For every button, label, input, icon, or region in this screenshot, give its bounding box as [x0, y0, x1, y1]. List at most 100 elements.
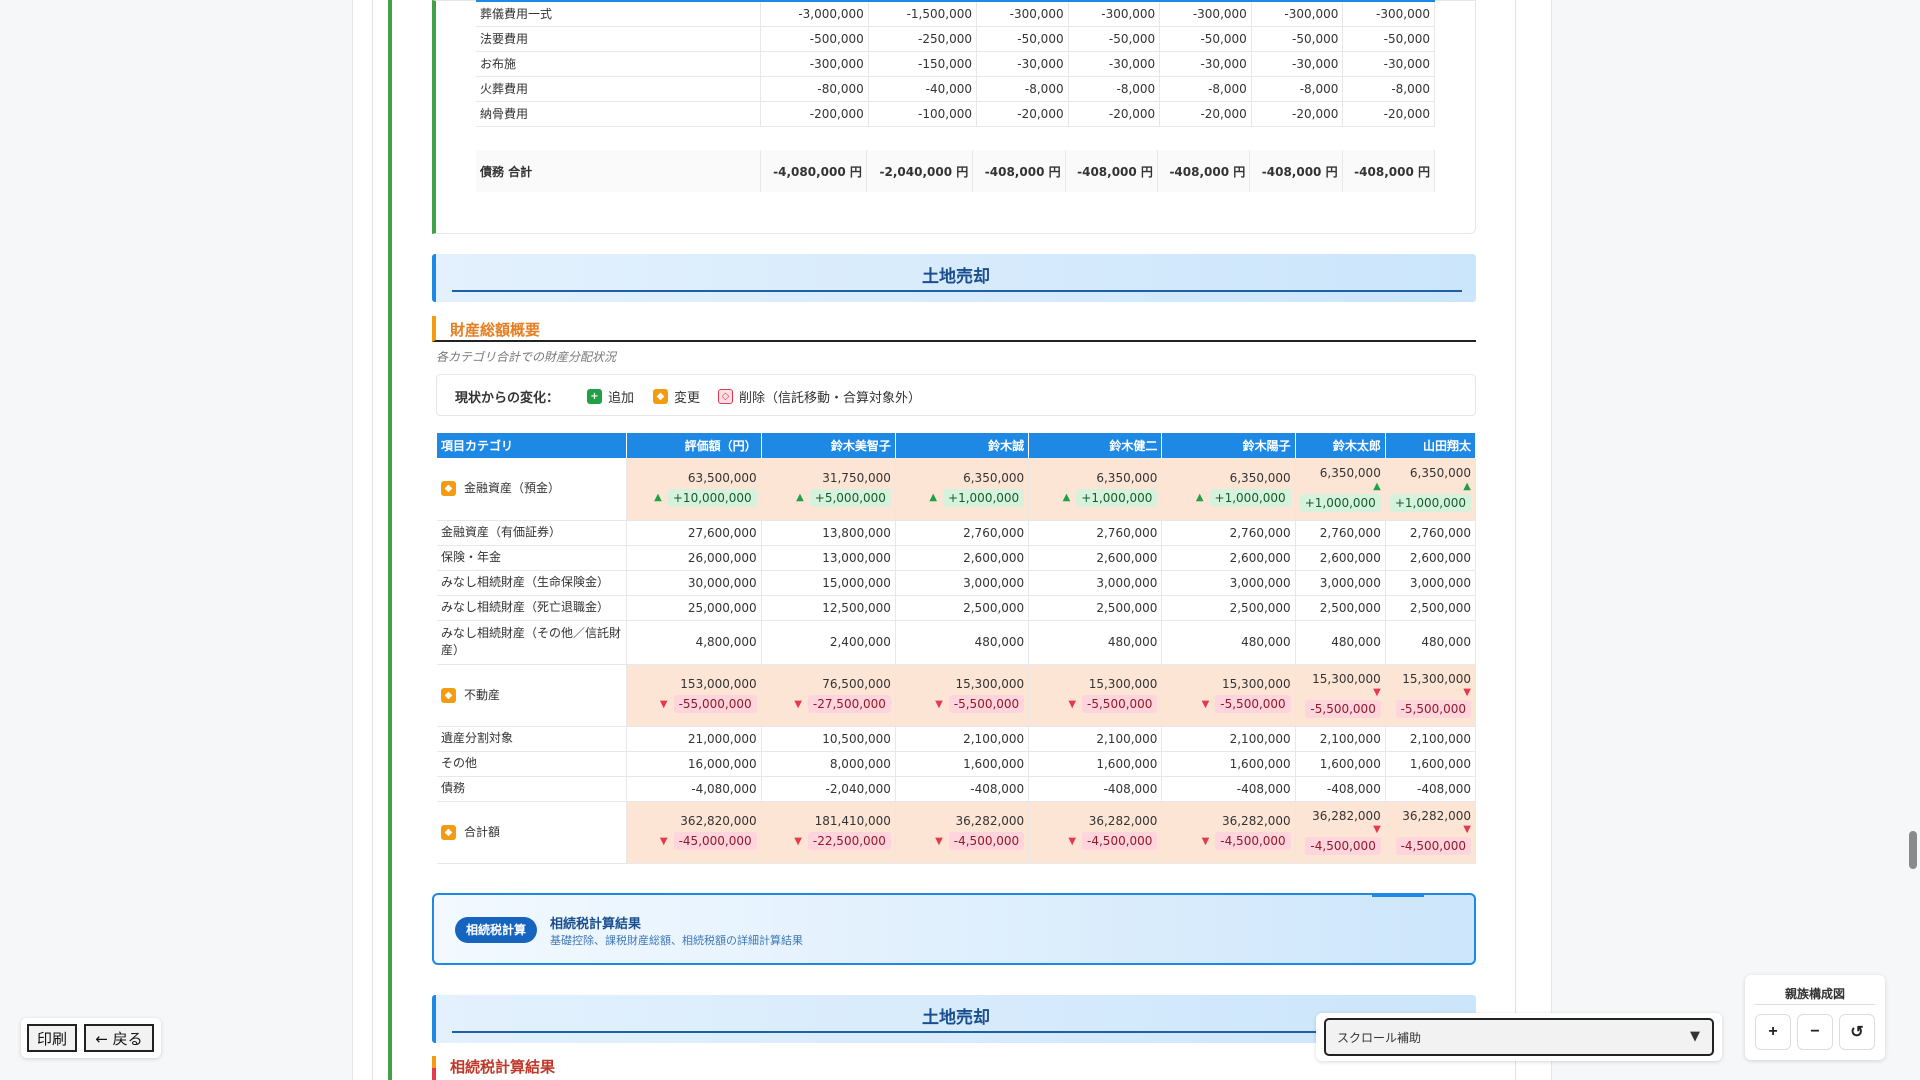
debt-label: お布施: [476, 51, 761, 77]
summary-value-cell: 63,500,000 ▲ +10,000,000: [626, 458, 762, 521]
tax-calc-card[interactable]: 相続税計算 相続税計算結果 基礎控除、課税財産総額、相続税額の詳細計算結果: [432, 893, 1476, 965]
scrollbar[interactable]: [1906, 0, 1920, 1080]
summary-header-cell: 鈴木健二: [1028, 433, 1163, 458]
debt-value: -50,000: [1159, 26, 1252, 52]
summary-value-cell: 13,800,000: [761, 520, 896, 546]
summary-value-cell: 2,600,000: [1028, 545, 1163, 571]
summary-value-cell: 480,000: [1028, 620, 1163, 665]
summary-value-cell: 2,760,000: [895, 520, 1030, 546]
summary-row: みなし相続財産（生命保険金） 30,000,000 15,000,000 3,000,…: [437, 570, 1477, 596]
zoom-in-button[interactable]: +: [1755, 1014, 1791, 1050]
summary-value-cell: 15,300,000 ▼ -5,500,000: [1161, 664, 1296, 727]
summary-value-cell: 1,600,000: [1161, 751, 1296, 777]
summary-value-cell: -4,080,000: [626, 776, 762, 802]
delta-badge: -45,000,000: [673, 832, 757, 850]
print-button[interactable]: 印刷: [27, 1024, 77, 1052]
debt-value: -50,000: [1251, 26, 1344, 52]
summary-value-cell: 2,500,000: [1295, 595, 1386, 621]
summary-value: 36,282,000: [1088, 814, 1158, 828]
plus-square-icon: +: [587, 389, 602, 404]
summary-value-cell: 2,760,000: [1161, 520, 1296, 546]
arrow-down-icon: ▼: [794, 698, 802, 710]
summary-row: ◆ 合計額 362,820,000 ▼ -45,000,000 181,410,000 ▼ -…: [437, 801, 1477, 864]
debt-row: 葬儀費用一式 -3,000,000 -1,500,000 -300,000 -300,0…: [476, 0, 1435, 27]
summary-category-label: 合計額: [464, 824, 501, 839]
summary-value-cell: 31,750,000 ▲ +5,000,000: [761, 458, 896, 521]
debt-value: -8,000: [976, 76, 1069, 102]
delta-badge: -27,500,000: [807, 695, 891, 713]
section-underline-2: [452, 1031, 1462, 1033]
delta-badge: -5,500,000: [1082, 695, 1158, 713]
summary-value-cell: 3,000,000: [1295, 570, 1386, 596]
debt-value: -50,000: [1068, 26, 1161, 52]
debt-table: 葬儀費用一式 -3,000,000 -1,500,000 -300,000 -300,0…: [476, 0, 1435, 127]
debt-total-row: 債務 合計 -4,080,000 円 -2,040,000 円 -408,000 円-…: [476, 150, 1436, 192]
debt-value: -30,000: [976, 51, 1069, 77]
delta-wrap: ▼ -5,500,000: [1033, 695, 1158, 713]
summary-value: 153,000,000: [680, 677, 757, 691]
summary-value-cell: 2,100,000: [1161, 726, 1296, 752]
debt-value: -300,000: [1251, 0, 1344, 27]
summary-value-cell: 2,600,000: [1295, 545, 1386, 571]
summary-value-cell: 480,000: [895, 620, 1030, 665]
summary-value: 6,350,000: [1229, 470, 1291, 485]
summary-header-cell: 評価額（円）: [626, 433, 762, 458]
legend-delete-label: 削除（信託移動・合算対象外）: [739, 391, 922, 406]
summary-value: 76,500,000: [822, 677, 891, 691]
debt-value: -300,000: [760, 51, 869, 77]
summary-value-cell: 1,600,000: [1385, 751, 1477, 777]
summary-row: ◆ 不動産 153,000,000 ▼ -55,000,000 76,500,000 ▼ -2…: [437, 664, 1477, 727]
legend-label: 現状からの変化：: [455, 391, 560, 406]
summary-value: 31,750,000: [822, 470, 891, 485]
arrow-down-icon: ▼: [794, 835, 802, 847]
delta-badge: +5,000,000: [809, 488, 891, 507]
arrow-down-icon: ▼: [1463, 687, 1471, 698]
debt-value: -8,000: [1342, 76, 1435, 102]
debt-value: -20,000: [976, 101, 1069, 127]
summary-value-cell: 15,300,000 ▼ -5,500,000: [1028, 664, 1163, 727]
debt-value: -8,000: [1251, 76, 1344, 102]
value-stack: 6,350,000 ▲ +1,000,000: [1299, 466, 1381, 512]
arrow-down-icon: ▼: [1068, 698, 1077, 710]
summary-row: 金融資産（有価証券） 27,600,000 13,800,000 2,760,000 2…: [437, 520, 1477, 546]
family-tree-widget: 親族構成図 + − ↺: [1745, 975, 1885, 1060]
debt-row: お布施 -300,000 -150,000 -30,000 -30,000 -30,000…: [476, 51, 1435, 77]
debt-value: -30,000: [1159, 51, 1252, 77]
summary-category: ◆ 合計額: [437, 801, 628, 864]
scrollbar-thumb[interactable]: [1909, 831, 1917, 869]
summary-value: 6,350,000: [1409, 465, 1471, 480]
delta-badge: +1,000,000: [1299, 493, 1381, 512]
arrow-down-icon: ▼: [935, 698, 943, 710]
zoom-out-button[interactable]: −: [1797, 1014, 1833, 1050]
summary-value-cell: 3,000,000: [1385, 570, 1477, 596]
change-legend: 現状からの変化： + 追加 ◆ 変更 ◇ 削除（信託移動・合算対象外）: [436, 374, 1476, 416]
arrow-up-icon: ▲: [796, 492, 804, 504]
summary-value-cell: 25,000,000: [626, 595, 762, 621]
delta-badge: -5,500,000: [1215, 695, 1291, 713]
tax-calc-pill[interactable]: 相続税計算: [455, 917, 538, 943]
delta-badge: -4,500,000: [1305, 837, 1381, 855]
arrow-down-icon: ▼: [1201, 698, 1210, 710]
debt-value: -20,000: [1159, 101, 1252, 127]
overview-heading-text: 財産総額概要: [450, 321, 541, 339]
summary-category: その他: [437, 751, 628, 777]
arrow-down-icon: ▼: [1068, 835, 1077, 847]
summary-value-cell: 2,760,000: [1385, 520, 1477, 546]
delta-badge: -4,500,000: [948, 832, 1025, 850]
debt-value: -200,000: [760, 101, 869, 127]
summary-value-cell: -408,000: [1028, 776, 1163, 802]
legend-add-label: 追加: [608, 391, 635, 406]
refresh-icon[interactable]: ↺: [1839, 1014, 1875, 1050]
section-rail: [388, 0, 392, 1080]
back-button[interactable]: ← 戻る: [84, 1024, 154, 1052]
debt-value: -500,000: [760, 26, 869, 52]
debt-value: -20,000: [1342, 101, 1435, 127]
tax-result-heading: 相続税計算結果: [432, 1056, 832, 1080]
summary-value-cell: 2,100,000: [1028, 726, 1163, 752]
category-wrap: ◆ 不動産: [441, 687, 622, 704]
arrow-down-icon: ▼: [935, 835, 943, 847]
delta-badge: -5,500,000: [1305, 700, 1381, 718]
summary-value-cell: 1,600,000: [895, 751, 1030, 777]
scroll-helper-select[interactable]: スクロール補助 ▼: [1324, 1018, 1714, 1056]
summary-value: 15,300,000: [1221, 677, 1291, 691]
